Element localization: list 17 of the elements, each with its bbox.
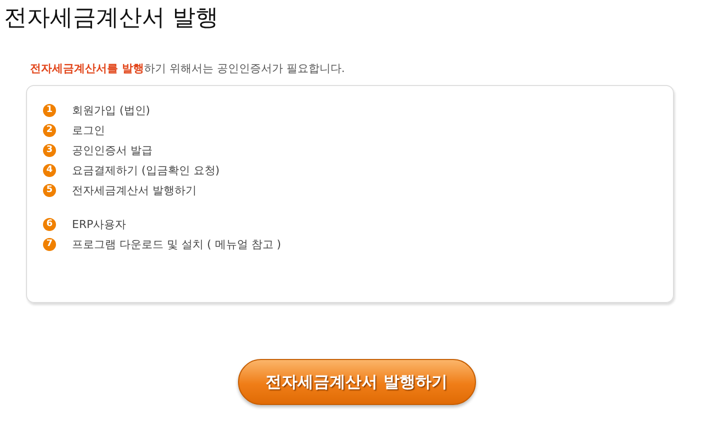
step-number-badge: 7 [43,238,56,250]
step-number-badge: 2 [43,124,56,136]
step-number-badge: 3 [43,144,56,156]
issue-button[interactable]: 전자세금계산서 발행하기 [238,359,476,405]
step-text: 회원가입 (법인) [72,102,150,118]
step-text: ERP사용자 [72,216,126,232]
step-text: 요금결제하기 (입금확인 요청) [72,162,220,178]
page-title: 전자세금계산서 발행 [4,4,220,32]
step-text: 로그인 [72,122,105,138]
step-text: 전자세금계산서 발행하기 [72,182,196,198]
step-number-badge: 6 [43,218,56,230]
step-number-badge: 5 [43,184,56,196]
step-text: 공인인증서 발급 [72,142,152,158]
step-number-badge: 1 [43,104,56,116]
step-text: 프로그램 다운로드 및 설치 ( 메뉴얼 참고 ) [72,236,282,252]
intro-text: 전자세금계산서를 발행하기 위해서는 공인인증서가 필요합니다. [30,62,346,76]
step-number-badge: 4 [43,164,56,176]
